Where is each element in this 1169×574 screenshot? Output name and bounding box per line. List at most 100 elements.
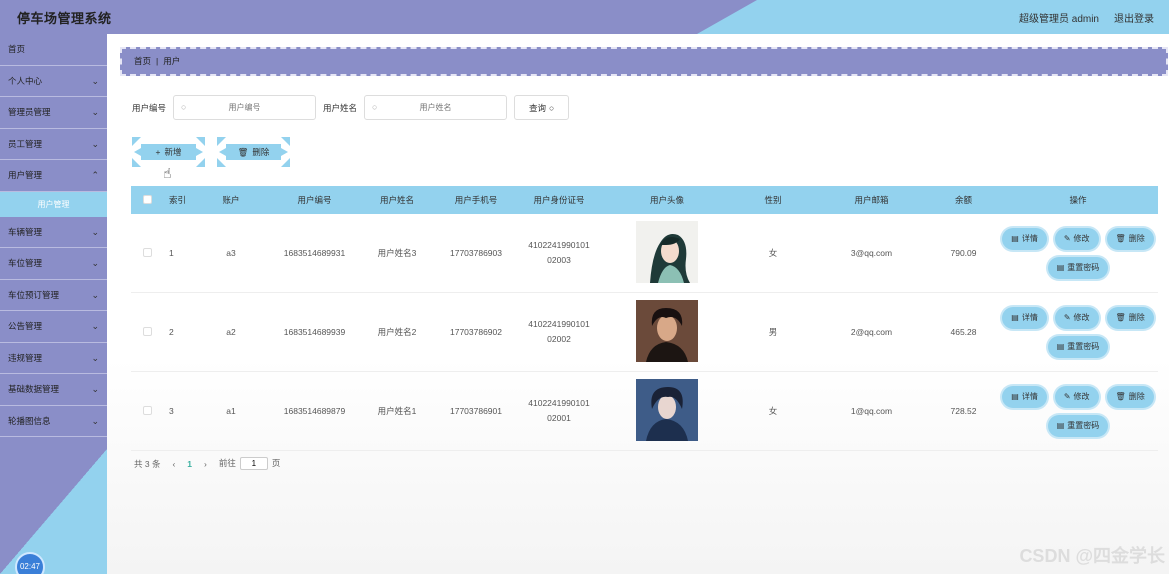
- sidebar-item-label: 个人中心: [8, 75, 43, 86]
- edit-button[interactable]: ✎ 修改: [1054, 306, 1099, 329]
- cell-id-card: 4102241990101 02002: [516, 317, 602, 347]
- sidebar-item-label: 车位预订管理: [8, 289, 60, 300]
- trash-icon: 🗑: [237, 146, 249, 157]
- reset-password-button[interactable]: ▤ 重置密码: [1047, 414, 1109, 437]
- chevron-up-icon: ⌃: [91, 170, 99, 180]
- delete-row-button[interactable]: 🗑 删除: [1106, 306, 1154, 329]
- sidebar-item-admin-management[interactable]: 管理员管理 ⌄: [0, 97, 107, 129]
- cell-balance: 465.28: [950, 327, 977, 337]
- delete-row-button[interactable]: 🗑 删除: [1106, 385, 1154, 408]
- goto-page-input[interactable]: [239, 457, 268, 470]
- breadcrumb: 首页 | 用户: [120, 47, 1168, 76]
- sidebar-item-label: 基础数据管理: [8, 384, 60, 394]
- table-header: 索引 账户 用户编号 用户姓名 用户手机号 用户身份证号 用户头像 性别 用户邮…: [131, 186, 1158, 214]
- pagination: 共 3 条 ‹ 1 › 前往 页: [134, 457, 280, 470]
- current-user: 超级管理员 admin: [1018, 14, 1099, 25]
- cell-account: a1: [226, 406, 236, 416]
- user-id-input[interactable]: [174, 96, 316, 119]
- document-icon: ▤: [1056, 342, 1065, 351]
- id-card-line: 02002: [547, 334, 571, 344]
- row-checkbox[interactable]: [142, 326, 152, 336]
- table-row: 1 a3 1683514689931 用户姓名3 17703786903 410…: [131, 214, 1158, 293]
- sidebar-item-basic-data[interactable]: 基础数据管理 ⌄: [0, 374, 107, 406]
- edit-button[interactable]: ✎ 修改: [1054, 385, 1099, 408]
- reset-password-label: 重置密码: [1067, 342, 1100, 351]
- breadcrumb-home[interactable]: 首页: [134, 56, 151, 66]
- goto-page: 前往 页: [219, 457, 280, 470]
- id-card-line: 02003: [547, 255, 571, 265]
- document-icon: ▤: [1011, 234, 1019, 243]
- cell-user-id: 1683514689879: [283, 406, 346, 416]
- detail-button[interactable]: ▤ 详情: [1002, 385, 1047, 408]
- chevron-down-icon: ⌄: [91, 352, 99, 363]
- edit-button[interactable]: ✎ 修改: [1054, 227, 1099, 250]
- sidebar-item-violation-management[interactable]: 违规管理 ⌄: [0, 343, 107, 374]
- row-checkbox[interactable]: [142, 247, 152, 257]
- cell-phone: 17703786902: [449, 327, 502, 337]
- table-row: 2 a2 1683514689939 用户姓名2 17703786902 410…: [131, 293, 1158, 372]
- sidebar-item-label: 车辆管理: [8, 226, 43, 237]
- table-row: 3 a1 1683514689879 用户姓名1 17703786901 410…: [131, 372, 1158, 451]
- add-button[interactable]: + 新增: [132, 137, 205, 167]
- query-button[interactable]: 查询 ○: [514, 95, 570, 120]
- cell-user-name: 用户姓名1: [377, 406, 417, 416]
- sidebar-item-carousel[interactable]: 轮播图信息 ⌄: [0, 406, 107, 437]
- sidebar-item-user-management[interactable]: 用户管理 ⌃: [0, 160, 107, 192]
- sidebar-subitem-user-management[interactable]: 用户管理: [0, 191, 107, 217]
- row-operations: ▤ 详情 ✎ 修改 🗑 删除 ▤ 重置密码: [998, 385, 1158, 437]
- reset-password-button[interactable]: ▤ 重置密码: [1047, 256, 1109, 279]
- cell-user-name: 用户姓名2: [377, 327, 417, 337]
- detail-button[interactable]: ▤ 详情: [1002, 306, 1047, 329]
- delete-button[interactable]: 🗑 删除: [217, 137, 290, 167]
- col-header: 账户: [222, 195, 240, 205]
- sidebar-item-personal-center[interactable]: 个人中心 ⌄: [0, 66, 107, 97]
- logout-link[interactable]: 退出登录: [1114, 10, 1154, 25]
- trash-icon: 🗑: [1115, 313, 1126, 322]
- sidebar-item-space-management[interactable]: 车位管理 ⌄: [0, 248, 107, 280]
- delete-label: 删除: [1128, 313, 1145, 322]
- user-name-field[interactable]: ○: [364, 95, 508, 120]
- edit-label: 修改: [1073, 313, 1090, 322]
- row-checkbox[interactable]: [142, 405, 152, 415]
- chevron-down-icon: ⌄: [91, 321, 99, 331]
- next-page-icon[interactable]: ›: [204, 459, 207, 469]
- cell-index: 3: [169, 406, 174, 416]
- sidebar-item-notice-management[interactable]: 公告管理 ⌄: [0, 311, 107, 343]
- sidebar-item-vehicle-management[interactable]: 车辆管理 ⌄: [0, 217, 107, 248]
- chevron-down-icon: ⌄: [91, 107, 99, 117]
- cell-phone: 17703786903: [449, 248, 502, 258]
- col-header: 用户编号: [297, 195, 332, 205]
- cell-user-id: 1683514689939: [283, 327, 346, 337]
- cell-email: 3@qq.com: [850, 248, 893, 258]
- sidebar-decoration: [0, 449, 107, 574]
- detail-button[interactable]: ▤ 详情: [1002, 227, 1047, 250]
- select-all-checkbox[interactable]: [142, 194, 152, 204]
- document-icon: ▤: [1011, 313, 1019, 322]
- edit-label: 修改: [1073, 234, 1090, 243]
- col-header: 用户头像: [649, 195, 684, 205]
- prev-page-icon[interactable]: ‹: [172, 459, 175, 469]
- user-id-field[interactable]: ○: [173, 95, 317, 120]
- sidebar-item-home[interactable]: 首页: [0, 34, 107, 66]
- pointer-cursor-icon: ☝: [163, 165, 172, 181]
- clock-badge: 02:47: [15, 552, 45, 574]
- page-number[interactable]: 1: [187, 459, 192, 469]
- top-header: 停车场管理系统 超级管理员 admin 退出登录: [0, 0, 1169, 34]
- reset-password-button[interactable]: ▤ 重置密码: [1047, 335, 1109, 358]
- user-avatar: [636, 300, 698, 362]
- document-icon: ▤: [1056, 421, 1065, 430]
- cell-balance: 728.52: [950, 406, 977, 416]
- sidebar-item-reservation-management[interactable]: 车位预订管理 ⌄: [0, 280, 107, 311]
- chevron-down-icon: ⌄: [91, 384, 99, 394]
- col-header: 用户身份证号: [533, 194, 585, 205]
- delete-label: 删除: [252, 147, 270, 157]
- action-bar: + 新增 🗑 删除: [132, 137, 290, 167]
- row-operations: ▤ 详情 ✎ 修改 🗑 删除 ▤ 重置密码: [998, 306, 1158, 358]
- user-name-input[interactable]: [365, 96, 507, 119]
- delete-row-button[interactable]: 🗑 删除: [1106, 227, 1154, 250]
- detail-label: 详情: [1021, 313, 1038, 322]
- id-card-line: 4102241990101: [528, 240, 590, 250]
- sidebar-item-staff-management[interactable]: 员工管理 ⌄: [0, 129, 107, 160]
- cell-gender: 男: [768, 327, 778, 337]
- user-avatar: [636, 221, 698, 283]
